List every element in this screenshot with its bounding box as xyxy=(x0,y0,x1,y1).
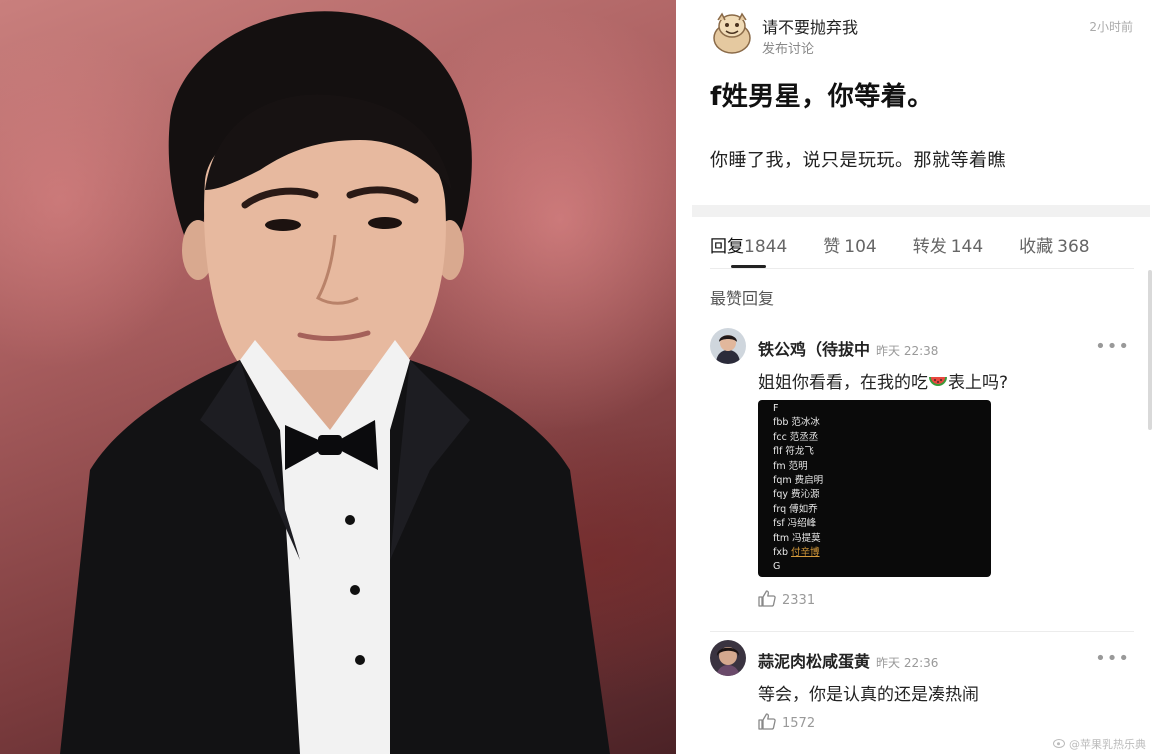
comment-image[interactable]: F fbb 范冰冰 fcc 范丞丞 flf 符龙飞 fm 范明 fqm 费启明 … xyxy=(758,400,991,577)
tab-replies[interactable]: 回复1844 xyxy=(710,232,787,257)
comment-time: 昨天 22:36 xyxy=(876,656,939,670)
comment-time: 昨天 22:38 xyxy=(876,344,939,358)
like-button[interactable]: 1572 xyxy=(758,713,815,734)
weibo-icon xyxy=(1053,737,1066,751)
list-line: fm 范明 xyxy=(773,460,808,472)
top-replies-heading: 最赞回复 xyxy=(710,289,775,308)
scrollbar[interactable] xyxy=(1148,270,1152,430)
comment-text: 姐姐你看看，在我的吃 表上吗? xyxy=(758,373,1009,393)
comment-item: 蒜泥肉松咸蛋黄 昨天 22:36 ••• 等会，你是认真的还是凑热闹 1572 xyxy=(710,640,1140,750)
like-button[interactable]: 2331 xyxy=(758,590,815,611)
like-count: 1572 xyxy=(782,716,816,731)
more-options-icon[interactable]: ••• xyxy=(1095,648,1130,669)
thumbs-up-icon xyxy=(758,590,776,611)
more-options-icon[interactable]: ••• xyxy=(1095,336,1130,357)
comment-item: 铁公鸡（待拔中 昨天 22:38 ••• 姐姐你看看，在我的吃 表上吗? F fbb… xyxy=(710,328,1140,618)
poster-avatar[interactable] xyxy=(712,12,752,54)
list-line: fbb 范冰冰 xyxy=(773,417,820,429)
post-body: 你睡了我，说只是玩玩。那就等着瞧 xyxy=(710,150,1006,171)
list-line: fsf 冯绍峰 xyxy=(773,518,817,530)
post-timestamp: 2小时前 xyxy=(1089,20,1133,34)
list-line: frq 傅如乔 xyxy=(773,503,818,515)
commenter-avatar[interactable] xyxy=(710,640,746,676)
list-line: G xyxy=(773,561,781,573)
list-line: fqy 费沁源 xyxy=(773,489,820,501)
comment-text: 等会，你是认真的还是凑热闹 xyxy=(758,685,979,705)
list-line: F xyxy=(773,403,779,414)
tab-favorites[interactable]: 收藏 368 xyxy=(1019,232,1089,257)
list-line: fcc 范丞丞 xyxy=(773,431,819,443)
thumbs-up-icon xyxy=(758,713,776,734)
interaction-tabs: 回复1844 赞 104 转发 144 收藏 368 xyxy=(710,232,1090,257)
post-title: f姓男星，你等着。 xyxy=(710,82,934,112)
commenter-name[interactable]: 蒜泥肉松咸蛋黄 昨天 22:36 xyxy=(758,648,938,672)
list-line-highlighted: fxb 付辛博 xyxy=(773,547,820,559)
tab-likes[interactable]: 赞 104 xyxy=(823,232,876,257)
section-separator xyxy=(692,205,1150,217)
watermark: @苹果乳热乐典 xyxy=(1053,736,1146,752)
like-count: 2331 xyxy=(782,593,816,608)
discussion-panel: 请不要抛弃我 发布讨论 2小时前 f姓男星，你等着。 你睡了我，说只是玩玩。那就… xyxy=(676,0,1158,754)
list-line: flf 符龙飞 xyxy=(773,446,814,458)
portrait-photo xyxy=(0,0,676,754)
list-line: fqm 费启明 xyxy=(773,475,824,487)
tabs-divider xyxy=(710,268,1134,269)
post-action-label: 发布讨论 xyxy=(762,42,815,57)
list-line: ftm 冯提莫 xyxy=(773,532,821,544)
tab-reposts[interactable]: 转发 144 xyxy=(913,232,983,257)
commenter-avatar[interactable] xyxy=(710,328,746,364)
poster-username[interactable]: 请不要抛弃我 xyxy=(762,14,858,38)
watermelon-icon xyxy=(928,373,948,393)
commenter-name[interactable]: 铁公鸡（待拔中 昨天 22:38 xyxy=(758,336,938,360)
comment-divider xyxy=(710,631,1134,632)
